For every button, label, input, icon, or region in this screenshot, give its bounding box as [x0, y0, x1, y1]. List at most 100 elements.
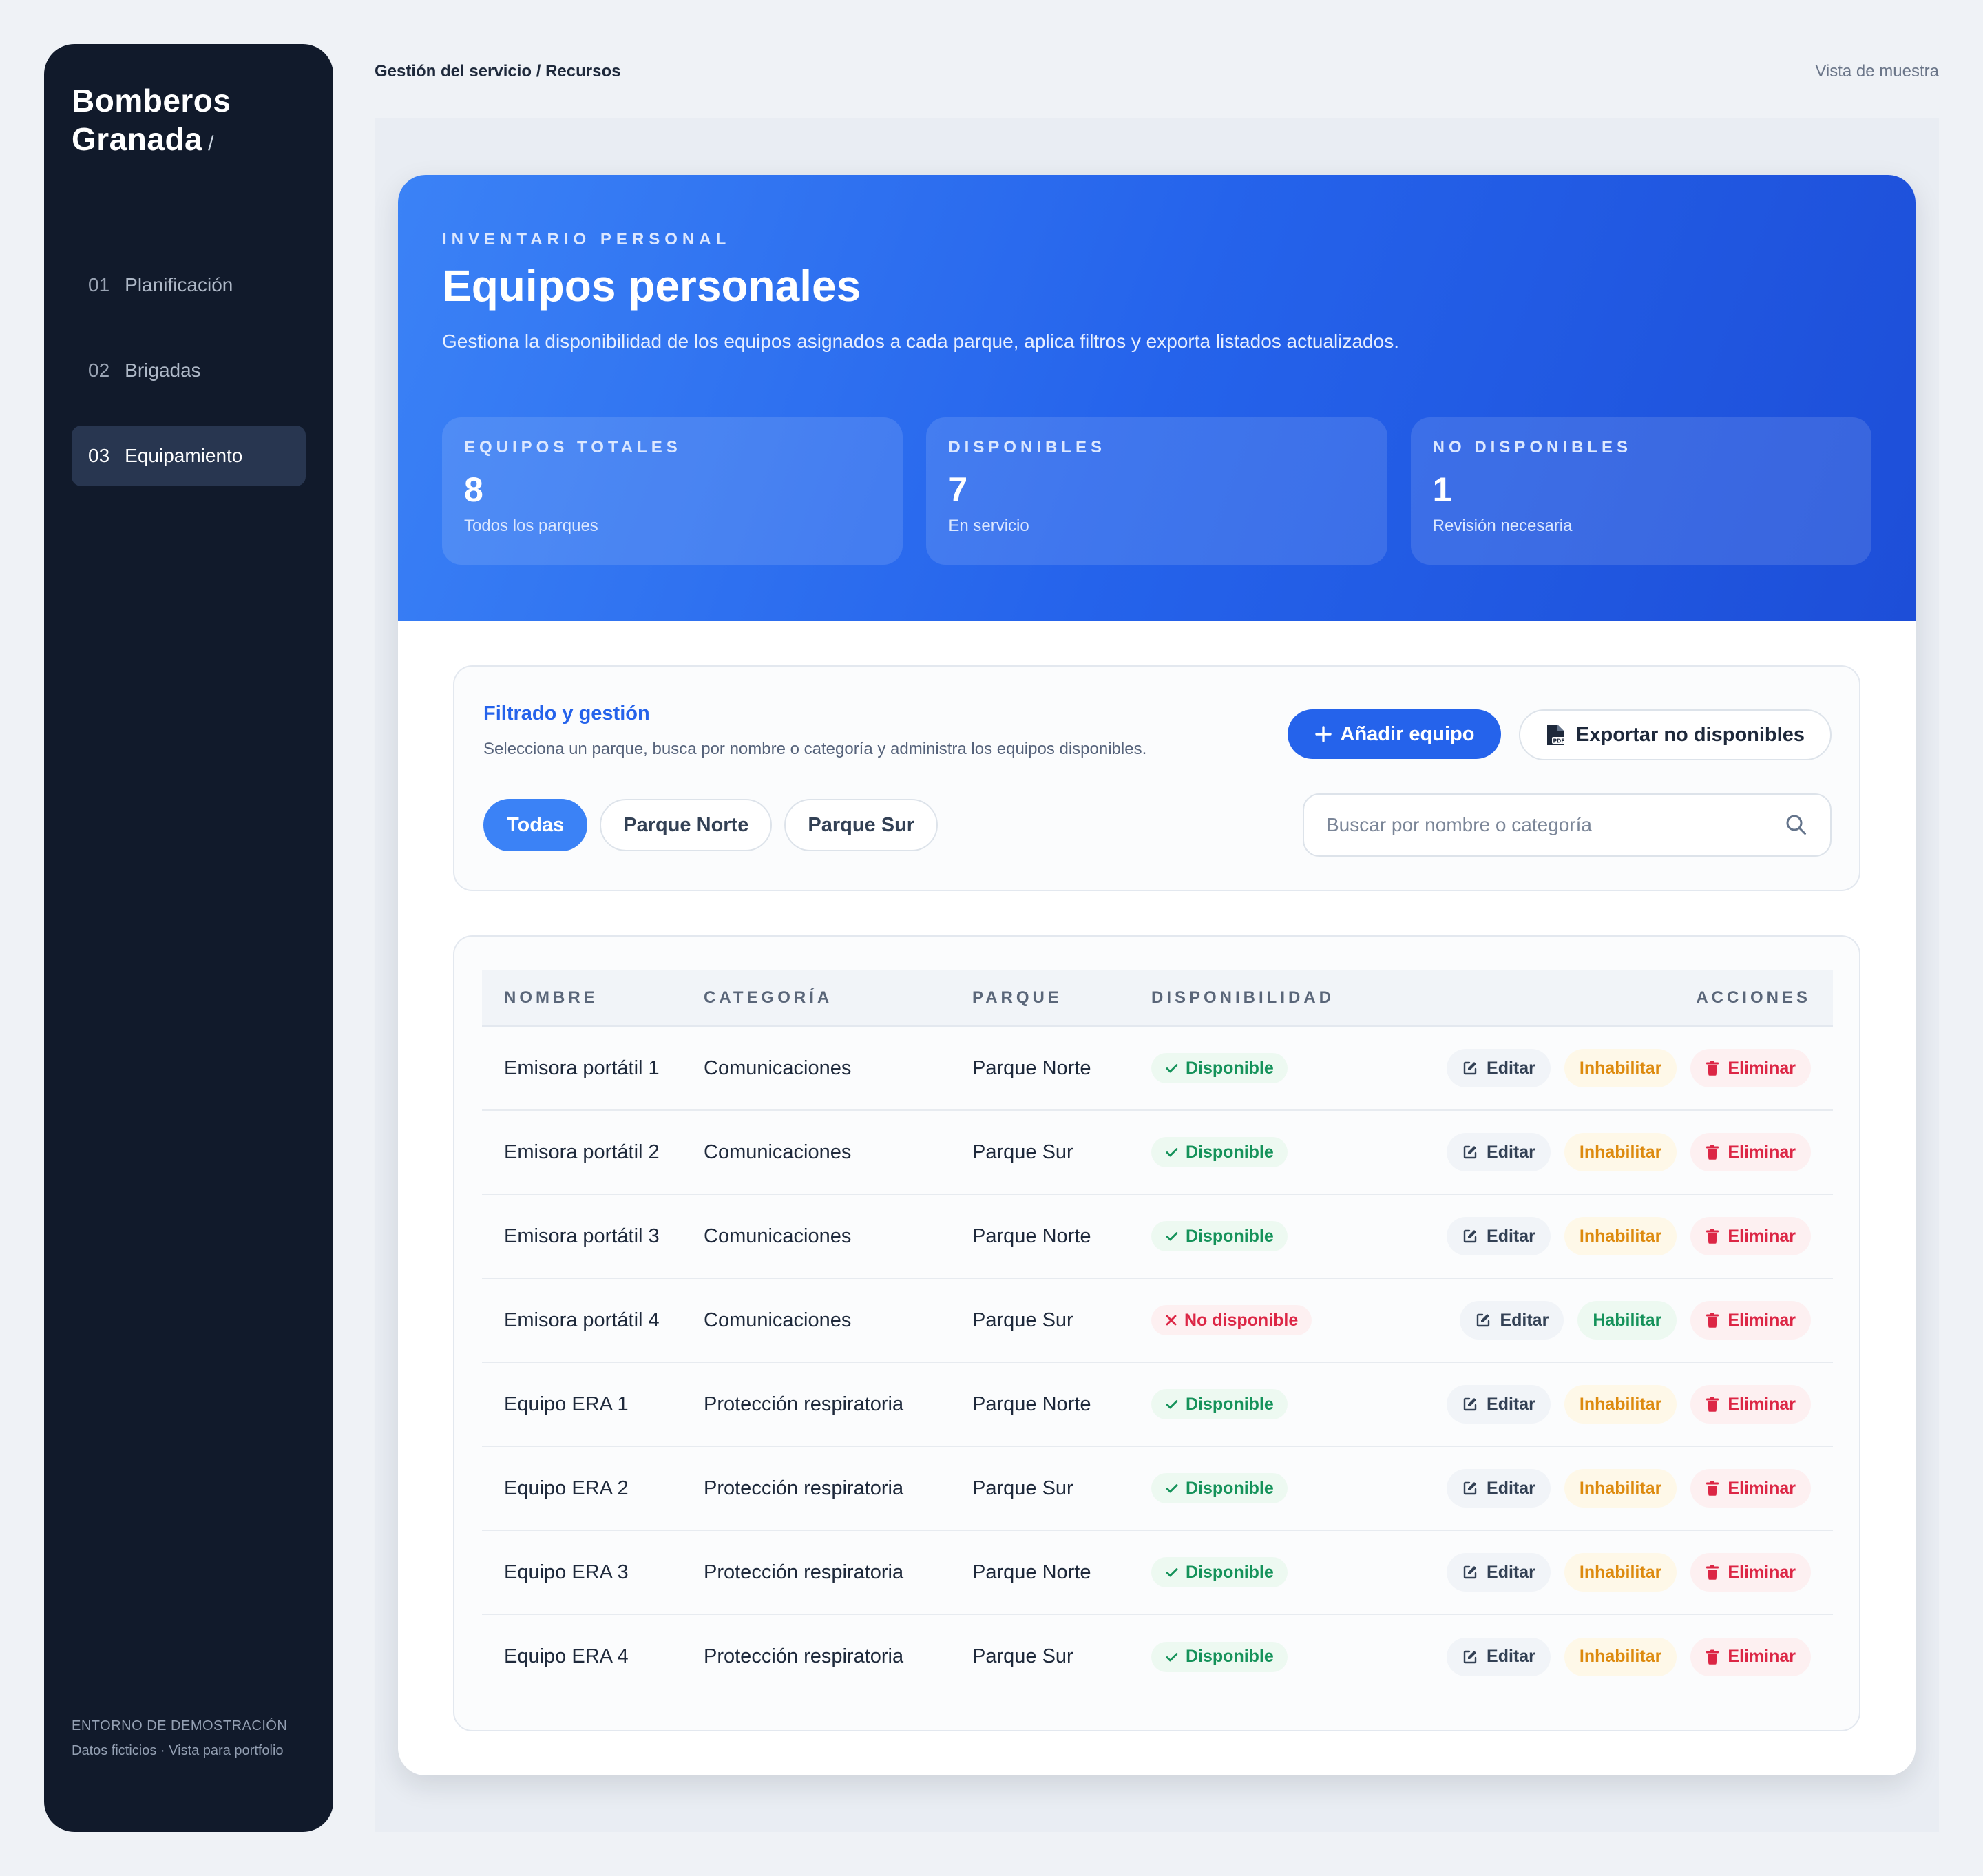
- edit-icon: [1462, 1396, 1478, 1413]
- cell-availability: Disponible: [1151, 1530, 1370, 1614]
- delete-button[interactable]: Eliminar: [1690, 1637, 1811, 1676]
- delete-button[interactable]: Eliminar: [1690, 1553, 1811, 1592]
- status-badge: Disponible: [1151, 1137, 1288, 1167]
- status-badge: Disponible: [1151, 1641, 1288, 1672]
- status-badge: Disponible: [1151, 1557, 1288, 1587]
- delete-label: Eliminar: [1728, 1226, 1796, 1246]
- disable-button[interactable]: Inhabilitar: [1564, 1133, 1677, 1171]
- brand-logo[interactable]: Bomberos Granada /: [72, 81, 231, 163]
- export-unavailable-button[interactable]: PDF Exportar no disponibles: [1519, 709, 1832, 760]
- enable-button[interactable]: Habilitar: [1577, 1301, 1677, 1340]
- chip-todas[interactable]: Todas: [483, 799, 588, 851]
- cell-name: Emisora portátil 4: [504, 1309, 660, 1331]
- trash-icon: [1706, 1565, 1719, 1580]
- breadcrumb: Gestión del servicio / Recursos: [375, 62, 621, 81]
- table-body: Emisora portátil 1 Comunicaciones Parque N…: [482, 1026, 1833, 1698]
- add-equipment-button[interactable]: Añadir equipo: [1288, 709, 1501, 759]
- edit-button[interactable]: Editar: [1447, 1385, 1551, 1424]
- cell-availability: Disponible: [1151, 1110, 1370, 1194]
- stat-value: 8: [464, 470, 483, 509]
- sidebar: Bomberos Granada/ 01 Planificación 02 Br…: [44, 44, 333, 1832]
- search-icon[interactable]: [1785, 813, 1808, 837]
- cell-actions: Editar Inhabilitar Eliminar: [1370, 1530, 1833, 1614]
- stat-value: 1: [1432, 470, 1452, 509]
- brand-line-1: Bomberos: [72, 83, 231, 118]
- delete-button[interactable]: Eliminar: [1690, 1049, 1811, 1087]
- sidebar-nav: 01 Planificación 02 Brigadas 03 Equipami…: [72, 255, 306, 511]
- edit-icon: [1475, 1312, 1491, 1328]
- filter-panel-subtitle: Selecciona un parque, busca por nombre o…: [483, 740, 1147, 758]
- delete-label: Eliminar: [1728, 1394, 1796, 1414]
- pdf-file-icon: PDF: [1546, 723, 1566, 747]
- cell-category: Protección respiratoria: [704, 1393, 904, 1415]
- cell-category: Comunicaciones: [704, 1140, 852, 1163]
- edit-button[interactable]: Editar: [1447, 1133, 1551, 1171]
- cell-actions: Editar Habilitar Eliminar: [1370, 1278, 1833, 1362]
- delete-button[interactable]: Eliminar: [1690, 1469, 1811, 1508]
- cell-category: Comunicaciones: [704, 1309, 852, 1331]
- sidebar-item-label: Planificación: [125, 274, 233, 295]
- disable-button[interactable]: Inhabilitar: [1564, 1469, 1677, 1508]
- view-mode-label: Vista de muestra: [1815, 62, 1939, 81]
- delete-button[interactable]: Eliminar: [1690, 1301, 1811, 1340]
- status-label: Disponible: [1186, 1142, 1274, 1162]
- disable-button[interactable]: Inhabilitar: [1564, 1637, 1677, 1676]
- status-badge: No disponible: [1151, 1305, 1312, 1335]
- cell-category: Protección respiratoria: [704, 1561, 904, 1583]
- column-header-availability: DISPONIBILIDAD: [1151, 970, 1371, 1027]
- environment-note: Datos ficticios · Vista para portfolio: [72, 1743, 284, 1758]
- delete-button[interactable]: Eliminar: [1690, 1133, 1811, 1171]
- edit-button[interactable]: Editar: [1447, 1637, 1551, 1676]
- chip-parque-sur[interactable]: Parque Sur: [784, 799, 938, 851]
- sidebar-footer: Entorno de demostración Datos ficticios …: [72, 1713, 306, 1763]
- delete-button[interactable]: Eliminar: [1690, 1217, 1811, 1255]
- disable-button[interactable]: Inhabilitar: [1564, 1385, 1677, 1424]
- page-title: Equipos personales: [442, 261, 861, 311]
- check-icon: [1165, 1145, 1179, 1159]
- cell-park: Parque Norte: [972, 1056, 1091, 1079]
- sidebar-item-planificacion[interactable]: 01 Planificación: [72, 255, 306, 315]
- sidebar-item-equipamiento[interactable]: 03 Equipamiento: [72, 426, 306, 486]
- stat-subtitle: En servicio: [948, 517, 1029, 535]
- cell-name: Equipo ERA 2: [504, 1477, 629, 1499]
- edit-label: Editar: [1487, 1394, 1535, 1414]
- check-icon: [1165, 1061, 1179, 1075]
- sidebar-item-label: Equipamiento: [125, 445, 243, 466]
- trash-icon: [1706, 1397, 1719, 1412]
- stat-card-total: EQUIPOS TOTALES 8 Todos los parques: [442, 417, 903, 565]
- chip-parque-norte[interactable]: Parque Norte: [600, 799, 773, 851]
- edit-label: Editar: [1487, 1226, 1535, 1246]
- status-badge: Disponible: [1151, 1221, 1288, 1251]
- stat-subtitle: Todos los parques: [464, 517, 598, 535]
- edit-label: Editar: [1487, 1562, 1535, 1582]
- delete-label: Eliminar: [1728, 1647, 1796, 1666]
- edit-label: Editar: [1487, 1142, 1535, 1162]
- status-label: Disponible: [1186, 1647, 1274, 1666]
- search-input[interactable]: [1326, 814, 1785, 836]
- status-badge: Disponible: [1151, 1389, 1288, 1419]
- table-row: Equipo ERA 1 Protección respiratoria Parqu…: [482, 1362, 1833, 1446]
- disable-button[interactable]: Inhabilitar: [1564, 1049, 1677, 1087]
- disable-button[interactable]: Inhabilitar: [1564, 1217, 1677, 1255]
- status-label: Disponible: [1186, 1478, 1274, 1498]
- cell-category: Protección respiratoria: [704, 1477, 904, 1499]
- cell-availability: Disponible: [1151, 1446, 1370, 1530]
- disable-button[interactable]: Inhabilitar: [1564, 1553, 1677, 1592]
- hero-banner: INVENTARIO PERSONAL Equipos personales G…: [398, 175, 1916, 621]
- sidebar-item-brigadas[interactable]: 02 Brigadas: [72, 340, 306, 401]
- cell-park: Parque Sur: [972, 1140, 1073, 1163]
- edit-button[interactable]: Editar: [1447, 1049, 1551, 1087]
- delete-label: Eliminar: [1728, 1310, 1796, 1330]
- brand-line-2: Granada: [72, 121, 203, 157]
- delete-button[interactable]: Eliminar: [1690, 1385, 1811, 1424]
- edit-button[interactable]: Editar: [1460, 1301, 1564, 1340]
- check-icon: [1165, 1397, 1179, 1411]
- edit-button[interactable]: Editar: [1447, 1217, 1551, 1255]
- cell-park: Parque Sur: [972, 1309, 1073, 1331]
- edit-button[interactable]: Editar: [1447, 1553, 1551, 1592]
- edit-button[interactable]: Editar: [1447, 1469, 1551, 1508]
- column-header-name: NOMBRE: [482, 970, 704, 1027]
- cell-name: Equipo ERA 3: [504, 1561, 629, 1583]
- trash-icon: [1706, 1145, 1719, 1160]
- main-card: INVENTARIO PERSONAL Equipos personales G…: [398, 175, 1916, 1775]
